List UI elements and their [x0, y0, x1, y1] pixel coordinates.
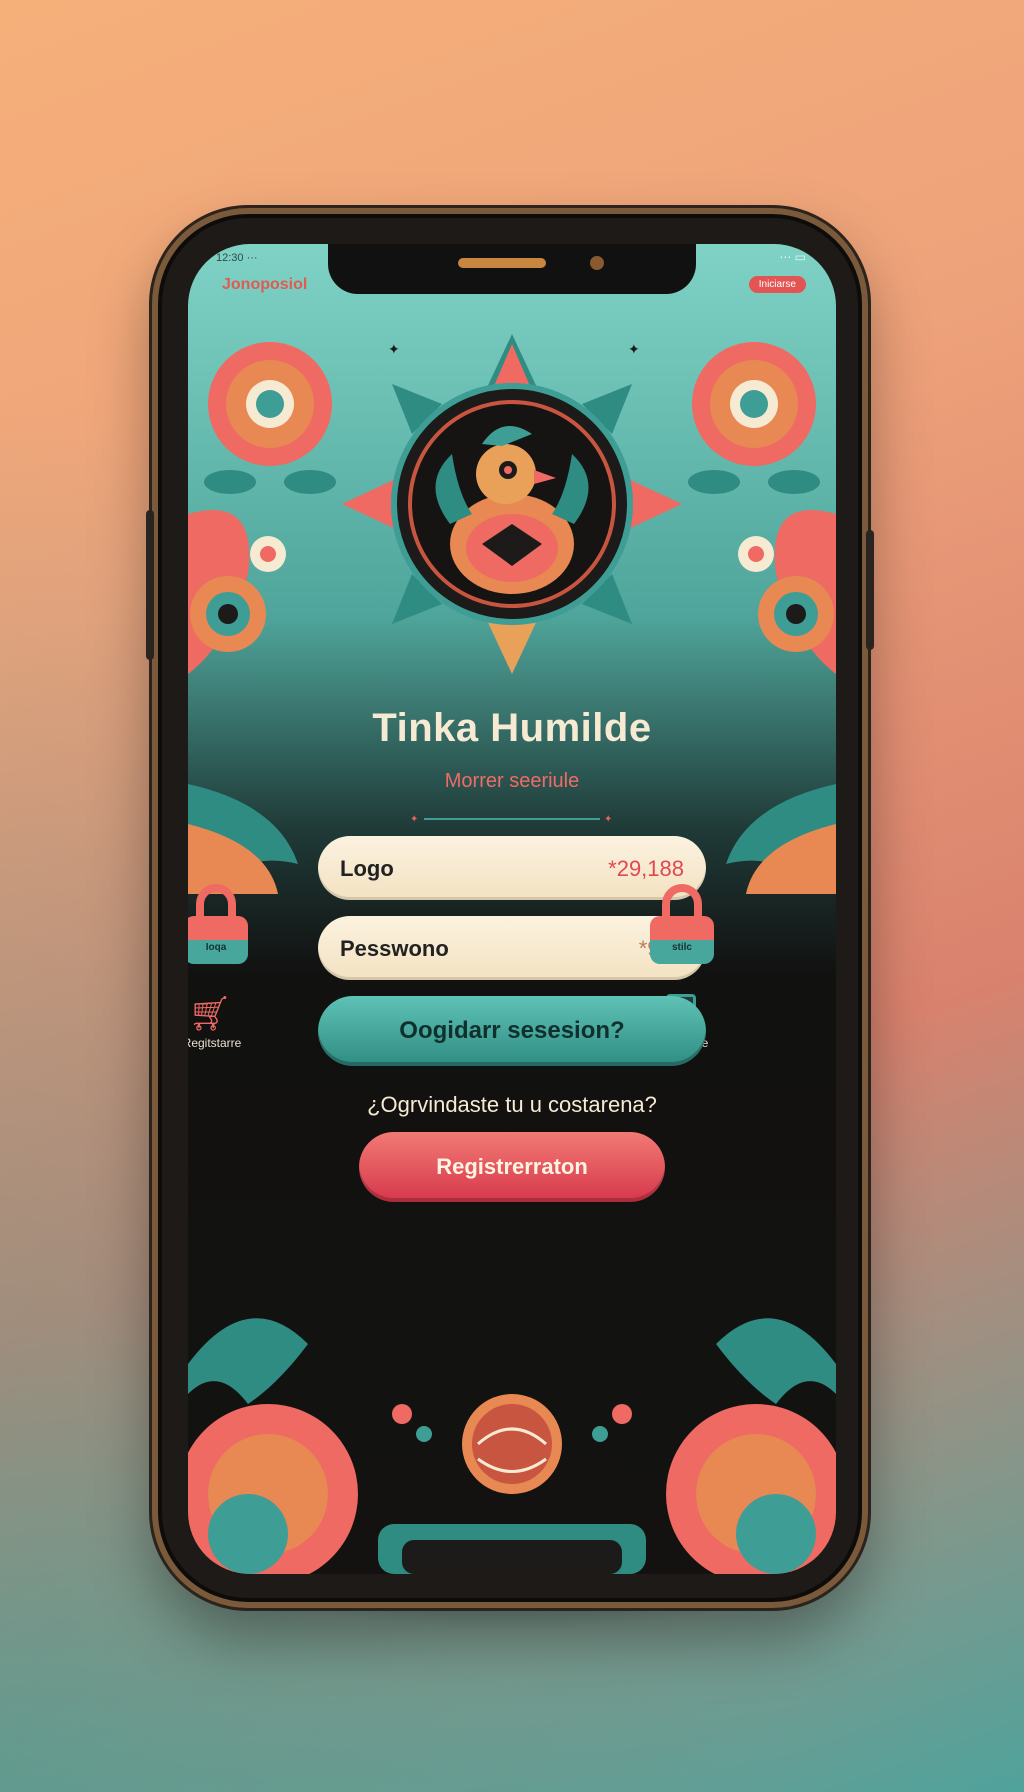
svg-text:✦: ✦: [628, 341, 640, 357]
status-bar-icons: ⋯ ▭: [779, 250, 806, 264]
phone-side-button-left: [146, 510, 154, 660]
lock-right-text: stilc: [671, 942, 692, 953]
login-button[interactable]: Oogidarr sesesion?: [318, 996, 706, 1066]
swirl-right-icon: [738, 510, 836, 674]
phone-screen: 12:30 ··· ⋯ ▭ Jonoposiol Iniciarse ✦ ✦ T…: [188, 244, 836, 1574]
username-field[interactable]: Logo *29,188: [318, 836, 706, 900]
top-login-pill[interactable]: Iniciarse: [748, 276, 806, 293]
forgot-password-link[interactable]: ¿Ogrvindaste tu u costarena?: [188, 1092, 836, 1118]
password-field[interactable]: Pesswono *910: [318, 916, 706, 980]
flower-left-icon: [204, 342, 336, 494]
username-value: *29,188: [608, 856, 684, 881]
decorative-artwork: ✦ ✦: [188, 334, 836, 674]
notch: [328, 244, 696, 294]
mandala-icon: [342, 334, 682, 674]
bottom-artwork: [188, 1318, 836, 1574]
phone-side-button-right: [866, 530, 874, 650]
lock-left-icon: Ioqa: [188, 884, 248, 968]
register-button[interactable]: Registrerraton: [359, 1132, 665, 1202]
cart-caption: Regitstarre: [188, 1036, 242, 1050]
swirl-left-icon: [188, 510, 286, 674]
ball-emblem-icon: [462, 1394, 562, 1494]
lock-right-icon: stilc: [650, 884, 714, 968]
speaker-grille: [458, 258, 546, 268]
lock-left-text: Ioqa: [205, 942, 227, 953]
flower-right-icon: [688, 342, 820, 494]
status-bar-time: 12:30 ···: [216, 252, 258, 264]
svg-text:✦: ✦: [388, 341, 400, 357]
password-label: Pesswono: [340, 936, 449, 961]
camera-icon: [590, 256, 604, 270]
brand-label: Jonoposiol: [222, 276, 308, 293]
app-title: Tinka Humilde: [372, 706, 652, 750]
cart-icon[interactable]: 🛒︎: [188, 994, 240, 1034]
username-label: Logo: [340, 856, 394, 881]
